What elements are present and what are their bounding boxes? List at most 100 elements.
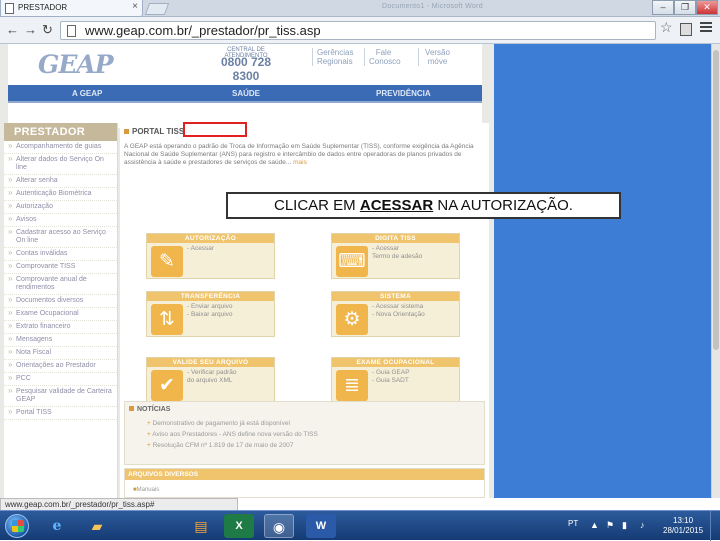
maximize-button[interactable]: ❐ <box>674 0 696 15</box>
main-content: PORTAL TISS A GEAP está operando o padrã… <box>120 123 489 498</box>
address-bar[interactable]: www.geap.com.br/_prestador/pr_tiss.asp <box>60 21 656 40</box>
box-digita-tiss: DIGITA TISS ⌨ - Acessar Termo de adesão <box>331 233 460 279</box>
tray-expand-icon[interactable]: ▲ <box>590 520 599 530</box>
more-link[interactable]: mais <box>293 159 307 166</box>
close-tab-icon[interactable]: × <box>132 1 138 12</box>
manuais-link[interactable]: Manuais <box>133 487 160 493</box>
sidebar-item[interactable]: Alterar dados do Serviço On line <box>4 154 117 175</box>
chrome-icon[interactable]: ◉ <box>264 514 294 538</box>
sidebar-item[interactable]: Comprovante anual de rendimentos <box>4 274 117 295</box>
termo-adesao-link[interactable]: Termo de adesão <box>372 253 422 261</box>
nav-previdencia[interactable]: PREVIDÊNCIA <box>376 89 431 98</box>
tab-title: PRESTADOR <box>18 3 68 12</box>
news-item[interactable]: Demonstrativo de pagamento já está dispo… <box>147 418 318 429</box>
page-icon <box>67 25 76 37</box>
verificar-padrao-link-2[interactable]: do arquivo XML <box>187 377 237 385</box>
digita-acessar-link[interactable]: - Acessar <box>372 245 422 253</box>
show-desktop-button[interactable] <box>710 511 720 541</box>
volume-icon[interactable]: ♪ <box>640 520 645 530</box>
header-link-gerencias[interactable]: Gerências Regionais <box>312 48 353 66</box>
sidebar-item[interactable]: Pesquisar validade de Carteira GEAP <box>4 386 117 407</box>
guia-geap-link[interactable]: - Guia GEAP <box>372 369 410 377</box>
start-button[interactable] <box>5 514 29 538</box>
flag-icon[interactable]: ⚑ <box>606 520 614 531</box>
highlight-box <box>183 122 247 137</box>
vertical-scrollbar[interactable] <box>711 44 720 498</box>
sidebar-item[interactable]: PCC <box>4 373 117 386</box>
bookmark-star-icon[interactable]: ☆ <box>660 19 673 36</box>
enviar-arquivo-link[interactable]: - Enviar arquivo <box>187 303 233 311</box>
sidebar-item[interactable]: Avisos <box>4 214 117 227</box>
extension-icon[interactable] <box>680 23 692 36</box>
guia-sadt-link[interactable]: - Guia SADT <box>372 377 410 385</box>
section-title: PORTAL TISS <box>124 127 184 136</box>
sidebar-item[interactable]: Acompanhamento de guias <box>4 141 117 154</box>
box-title: DIGITA TISS <box>332 234 459 243</box>
checkmark-icon: ✔ <box>151 370 183 401</box>
callout-keyword: ACESSAR <box>359 197 434 214</box>
new-tab-button[interactable] <box>144 3 170 15</box>
box-title: EXAME OCUPACIONAL <box>332 358 459 367</box>
sidebar-item[interactable]: Comprovante TISS <box>4 261 117 274</box>
word-icon[interactable]: W <box>306 514 336 538</box>
scrollbar-thumb[interactable] <box>713 50 719 350</box>
arquivos-diversos-panel: ARQUIVOS DIVERSOS Manuais <box>124 468 485 498</box>
sidebar-item[interactable]: Autorização <box>4 201 117 214</box>
news-item[interactable]: Aviso aos Prestadores - ANS define nova … <box>147 429 318 440</box>
intro-text: A GEAP está operando o padrão de Troca d… <box>124 143 484 167</box>
document-icon: ≣ <box>336 370 368 401</box>
time: 13:10 <box>673 516 694 525</box>
sidebar-item[interactable]: Mensagens <box>4 334 117 347</box>
autorizacao-acessar-link[interactable]: - Acessar <box>187 245 214 253</box>
language-indicator[interactable]: PT <box>568 519 578 528</box>
browser-tab[interactable]: PRESTADOR × <box>0 0 143 17</box>
nova-orientacao-link[interactable]: - Nova Orientação <box>372 311 425 319</box>
minimize-button[interactable]: – <box>652 0 674 15</box>
internet-explorer-icon[interactable]: e <box>42 514 72 538</box>
sidebar-item[interactable]: Orientações ao Prestador <box>4 360 117 373</box>
news-panel: NOTÍCIAS Demonstrativo de pagamento já e… <box>124 401 485 465</box>
sidebar-item[interactable]: Nota Fiscal <box>4 347 117 360</box>
status-bar: www.geap.com.br/_prestador/pr_tiss.asp# <box>0 498 238 510</box>
keyboard-icon: ⌨ <box>336 246 368 277</box>
phone-number: 0800 728 8300 <box>220 55 272 83</box>
autorizacao-icon: ✎ <box>151 246 183 277</box>
news-item[interactable]: Resolução CFM nº 1.819 de 17 de maio de … <box>147 440 318 451</box>
toolbar: ← → ↻ www.geap.com.br/_prestador/pr_tiss… <box>0 17 720 44</box>
box-title: AUTORIZAÇÃO <box>147 234 274 243</box>
sidebar-item[interactable]: Exame Ocupacional <box>4 308 117 321</box>
sidebar-item[interactable]: Alterar senha <box>4 175 117 188</box>
taskbar: e ▰ ▤ X ◉ W PT ▲ ⚑ ▮ ♪ 13:10 28/01/2015 <box>0 510 720 541</box>
sidebar-item[interactable]: Documentos diversos <box>4 295 117 308</box>
reload-icon[interactable]: ↻ <box>42 22 53 38</box>
app-icon[interactable]: ▤ <box>186 514 216 538</box>
excel-icon[interactable]: X <box>224 514 254 538</box>
close-window-button[interactable]: ✕ <box>696 0 718 15</box>
folder-icon[interactable]: ▰ <box>82 514 112 538</box>
header-link-versao-movel[interactable]: Versão móve <box>418 48 452 66</box>
nav-a-geap[interactable]: A GEAP <box>72 89 102 98</box>
sidebar-item[interactable]: Contas inválidas <box>4 248 117 261</box>
network-icon[interactable]: ▮ <box>622 520 627 531</box>
url-text: www.geap.com.br/_prestador/pr_tiss.asp <box>85 23 321 38</box>
sidebar-item[interactable]: Autenticação Biométrica <box>4 188 117 201</box>
back-arrow-icon[interactable]: ← <box>6 22 19 37</box>
date: 28/01/2015 <box>663 526 704 535</box>
page-viewport: GEAP CENTRAL DE ATENDIMENTO 0800 728 830… <box>0 44 711 498</box>
acessar-sistema-link[interactable]: - Acessar sistema <box>372 303 425 311</box>
forward-arrow-icon[interactable]: → <box>24 22 37 37</box>
clock[interactable]: 13:10 28/01/2015 <box>663 516 703 536</box>
verificar-padrao-link[interactable]: - Verificar padrão <box>187 369 237 377</box>
sidebar-item[interactable]: Portal TISS <box>4 407 117 420</box>
menu-icon[interactable] <box>700 22 712 34</box>
header-link-fale-conosco[interactable]: Fale Conosco <box>364 48 401 66</box>
baixar-arquivo-link[interactable]: - Baixar arquivo <box>187 311 233 319</box>
sidebar-item[interactable]: Cadastrar acesso ao Serviço On line <box>4 227 117 248</box>
sidebar-item[interactable]: Extrato financeiro <box>4 321 117 334</box>
instruction-callout: CLICAR EM ACESSAR NA AUTORIZAÇÃO. <box>226 192 621 219</box>
geap-logo[interactable]: GEAP <box>38 50 114 79</box>
page-icon <box>5 3 14 14</box>
sidebar: PRESTADOR Acompanhamento de guiasAlterar… <box>4 123 118 498</box>
nav-saude[interactable]: SAÚDE <box>232 89 260 98</box>
gear-icon: ⚙ <box>336 304 368 335</box>
